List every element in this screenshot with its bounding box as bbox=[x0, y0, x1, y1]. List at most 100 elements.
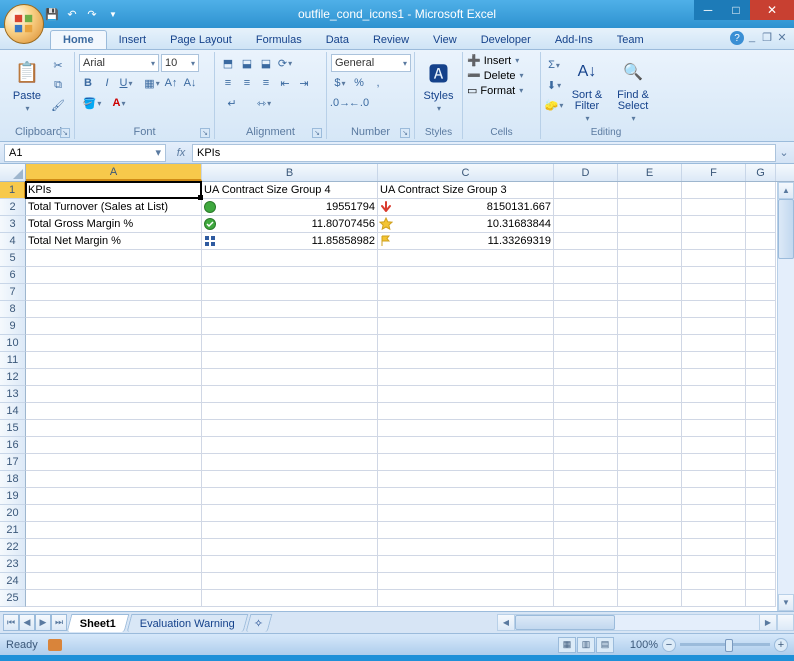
cell-C16[interactable] bbox=[378, 437, 554, 454]
tab-developer[interactable]: Developer bbox=[469, 31, 543, 49]
cell-E5[interactable] bbox=[618, 250, 682, 267]
horizontal-scrollbar[interactable]: ◀ ▶ bbox=[497, 614, 777, 631]
cell-A3[interactable]: Total Gross Margin % bbox=[26, 216, 202, 233]
cell-C14[interactable] bbox=[378, 403, 554, 420]
cell-D24[interactable] bbox=[554, 573, 618, 590]
cell-B13[interactable] bbox=[202, 386, 378, 403]
cell-G4[interactable] bbox=[746, 233, 776, 250]
sort-filter-button[interactable]: A↓ Sort & Filter▾ bbox=[565, 54, 609, 123]
cell-C4[interactable]: 11.33269319 bbox=[378, 233, 554, 250]
cell-G22[interactable] bbox=[746, 539, 776, 556]
number-dialog-icon[interactable]: ↘ bbox=[400, 128, 410, 138]
row-header[interactable]: 10 bbox=[0, 335, 26, 352]
cell-F19[interactable] bbox=[682, 488, 746, 505]
cell-G2[interactable] bbox=[746, 199, 776, 216]
comma-format-button[interactable]: , bbox=[369, 74, 387, 92]
office-button[interactable] bbox=[4, 4, 44, 44]
cell-E6[interactable] bbox=[618, 267, 682, 284]
cut-icon[interactable]: ✂ bbox=[49, 56, 67, 74]
cell-A23[interactable] bbox=[26, 556, 202, 573]
cell-D5[interactable] bbox=[554, 250, 618, 267]
sheet-tab-evaluation-warning[interactable]: Evaluation Warning bbox=[127, 614, 249, 632]
row-header[interactable]: 13 bbox=[0, 386, 26, 403]
cell-A22[interactable] bbox=[26, 539, 202, 556]
zoom-level[interactable]: 100% bbox=[630, 639, 658, 651]
row-header[interactable]: 18 bbox=[0, 471, 26, 488]
cell-F4[interactable] bbox=[682, 233, 746, 250]
row-header[interactable]: 22 bbox=[0, 539, 26, 556]
find-select-button[interactable]: 🔍 Find & Select▾ bbox=[611, 54, 655, 123]
cell-D8[interactable] bbox=[554, 301, 618, 318]
new-sheet-button[interactable]: ✧ bbox=[246, 614, 273, 632]
cell-A10[interactable] bbox=[26, 335, 202, 352]
scroll-down-icon[interactable]: ▼ bbox=[778, 594, 794, 611]
cell-G3[interactable] bbox=[746, 216, 776, 233]
row-header[interactable]: 3 bbox=[0, 216, 26, 233]
cell-F24[interactable] bbox=[682, 573, 746, 590]
cell-E8[interactable] bbox=[618, 301, 682, 318]
row-header[interactable]: 16 bbox=[0, 437, 26, 454]
align-center-button[interactable]: ≡ bbox=[238, 74, 256, 92]
tab-nav-next-icon[interactable]: ▶ bbox=[35, 614, 51, 631]
undo-icon[interactable]: ↶ bbox=[64, 6, 80, 22]
ribbon-restore-icon[interactable]: ❐ bbox=[761, 31, 773, 43]
cell-D12[interactable] bbox=[554, 369, 618, 386]
cell-D20[interactable] bbox=[554, 505, 618, 522]
col-header-e[interactable]: E bbox=[618, 164, 682, 181]
cell-E19[interactable] bbox=[618, 488, 682, 505]
cell-F6[interactable] bbox=[682, 267, 746, 284]
help-icon[interactable]: ? bbox=[730, 31, 744, 45]
cell-B18[interactable] bbox=[202, 471, 378, 488]
row-header[interactable]: 19 bbox=[0, 488, 26, 505]
cell-B11[interactable] bbox=[202, 352, 378, 369]
select-all-button[interactable] bbox=[0, 164, 26, 181]
row-header[interactable]: 9 bbox=[0, 318, 26, 335]
cell-E20[interactable] bbox=[618, 505, 682, 522]
shrink-font-button[interactable]: A↓ bbox=[181, 74, 199, 92]
cell-E9[interactable] bbox=[618, 318, 682, 335]
cell-D1[interactable] bbox=[554, 182, 618, 199]
cell-F8[interactable] bbox=[682, 301, 746, 318]
cell-G13[interactable] bbox=[746, 386, 776, 403]
cell-A15[interactable] bbox=[26, 420, 202, 437]
cell-G15[interactable] bbox=[746, 420, 776, 437]
cell-G14[interactable] bbox=[746, 403, 776, 420]
cell-G20[interactable] bbox=[746, 505, 776, 522]
cell-G24[interactable] bbox=[746, 573, 776, 590]
cell-F25[interactable] bbox=[682, 590, 746, 607]
col-header-f[interactable]: F bbox=[682, 164, 746, 181]
tab-formulas[interactable]: Formulas bbox=[244, 31, 314, 49]
cell-A8[interactable] bbox=[26, 301, 202, 318]
row-header[interactable]: 8 bbox=[0, 301, 26, 318]
row-header[interactable]: 5 bbox=[0, 250, 26, 267]
grow-font-button[interactable]: A↑ bbox=[162, 74, 180, 92]
cell-G21[interactable] bbox=[746, 522, 776, 539]
cell-B20[interactable] bbox=[202, 505, 378, 522]
cell-C24[interactable] bbox=[378, 573, 554, 590]
cell-F15[interactable] bbox=[682, 420, 746, 437]
cell-C23[interactable] bbox=[378, 556, 554, 573]
font-size-combo[interactable]: 10▾ bbox=[161, 54, 199, 72]
align-middle-button[interactable]: ⬓ bbox=[238, 54, 256, 72]
row-header[interactable]: 21 bbox=[0, 522, 26, 539]
cell-C7[interactable] bbox=[378, 284, 554, 301]
cell-F1[interactable] bbox=[682, 182, 746, 199]
cell-F22[interactable] bbox=[682, 539, 746, 556]
row-header[interactable]: 6 bbox=[0, 267, 26, 284]
cell-F16[interactable] bbox=[682, 437, 746, 454]
worksheet-grid[interactable]: A B C D E F G 1KPIsUA Contract Size Grou… bbox=[0, 164, 794, 611]
row-header[interactable]: 7 bbox=[0, 284, 26, 301]
cell-F21[interactable] bbox=[682, 522, 746, 539]
cell-F14[interactable] bbox=[682, 403, 746, 420]
cell-D15[interactable] bbox=[554, 420, 618, 437]
font-color-button[interactable]: A▾ bbox=[106, 94, 132, 112]
cell-A12[interactable] bbox=[26, 369, 202, 386]
tab-view[interactable]: View bbox=[421, 31, 469, 49]
close-button[interactable]: ✕ bbox=[750, 0, 794, 20]
cell-A4[interactable]: Total Net Margin % bbox=[26, 233, 202, 250]
cell-F3[interactable] bbox=[682, 216, 746, 233]
fx-icon[interactable]: fx bbox=[172, 144, 190, 162]
align-top-button[interactable]: ⬒ bbox=[219, 54, 237, 72]
tab-review[interactable]: Review bbox=[361, 31, 421, 49]
copy-icon[interactable]: ⧉ bbox=[49, 76, 67, 94]
